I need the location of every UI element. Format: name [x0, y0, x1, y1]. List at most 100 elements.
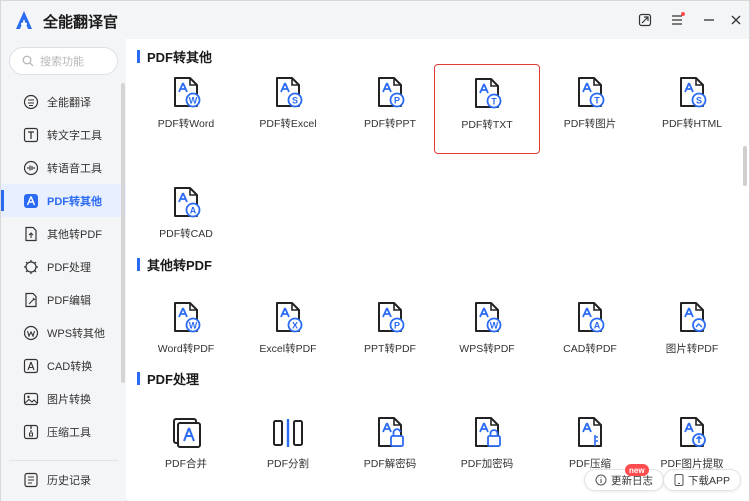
sidebar-item-other-to-pdf[interactable]: 其他转PDF — [1, 217, 126, 250]
sidebar-item-pdf-to-other[interactable]: PDF转其他 — [1, 184, 126, 217]
minimize-icon — [704, 19, 714, 21]
tool-tile[interactable]: P PDF转PPT — [337, 64, 443, 154]
sidebar-item-label: 转语音工具 — [47, 162, 102, 175]
svg-text:T: T — [594, 96, 600, 106]
compress-icon — [23, 424, 39, 440]
tool-tile-label: CAD转PDF — [563, 343, 617, 355]
tool-tile[interactable]: S PDF转Excel — [235, 64, 341, 154]
tool-tile[interactable]: PDF分割 — [235, 404, 341, 494]
sidebar-item-speech-tools[interactable]: 转语音工具 — [1, 151, 126, 184]
sidebar-item-pdf-process[interactable]: PDF处理 — [1, 250, 126, 283]
sidebar-nav: 全能翻译 转文字工具 转语音工具 PDF转其他 其他转PDF PDF处理 PDF… — [1, 85, 126, 448]
tool-tile-label: PDF转PPT — [364, 118, 416, 130]
sidebar-item-label: PDF处理 — [47, 261, 91, 274]
tool-tile-label: PDF分割 — [267, 458, 309, 470]
sidebar-item-wps-to-other[interactable]: WPS转其他 — [1, 316, 126, 349]
svg-text:W: W — [189, 321, 198, 331]
tool-tile[interactable]: 图片转PDF — [639, 289, 745, 379]
title-bar: 全能翻译官 — [1, 1, 749, 39]
app-window: 全能翻译官 搜索功能 全能翻译 转文字工具 转语音工具 PDF转其他 其他转PD… — [0, 0, 750, 501]
document-icon: A — [174, 187, 201, 218]
tool-tile-label: 图片转PDF — [665, 343, 719, 355]
tool-tile-label: PDF加密码 — [460, 458, 514, 470]
pdf-process-icon — [23, 259, 39, 275]
tool-tile-label: Word转PDF — [157, 343, 215, 355]
sidebar-scrollbar[interactable] — [121, 83, 125, 383]
close-button[interactable] — [726, 10, 746, 30]
history-icon — [23, 472, 39, 488]
sidebar-item-label: CAD转换 — [47, 360, 93, 373]
main-scrollbar[interactable] — [743, 146, 747, 186]
svg-text:S: S — [292, 96, 298, 106]
sidebar-item-image-convert[interactable]: 图片转换 — [1, 382, 126, 415]
translate-icon — [23, 94, 39, 110]
history-button[interactable]: 历史记录 — [1, 465, 126, 495]
document-icon — [475, 417, 501, 447]
app-title: 全能翻译官 — [43, 14, 119, 31]
svg-text:P: P — [394, 321, 400, 331]
tool-tile[interactable]: PDF合并 — [133, 404, 239, 494]
tool-tile-label: PDF解密码 — [363, 458, 417, 470]
tool-tile[interactable]: A CAD转PDF — [537, 289, 643, 379]
tool-tile-label: PDF转TXT — [461, 119, 513, 131]
audio-icon — [23, 160, 39, 176]
document-icon: W — [475, 302, 502, 333]
document-icon — [680, 417, 706, 447]
document-icon: A — [578, 302, 605, 333]
minimize-to-tray-button[interactable] — [635, 10, 655, 30]
svg-text:W: W — [189, 96, 198, 106]
tool-tile[interactable]: W WPS转PDF — [434, 289, 540, 379]
sidebar-item-pdf-edit[interactable]: PDF编辑 — [1, 283, 126, 316]
update-log-button[interactable]: 更新日志 — [584, 469, 664, 491]
sidebar-item-translate[interactable]: 全能翻译 — [1, 85, 126, 118]
pdf-icon — [23, 193, 39, 209]
svg-text:T: T — [491, 97, 497, 107]
minimize-button[interactable] — [699, 10, 719, 30]
tool-tile[interactable]: X Excel转PDF — [235, 289, 341, 379]
info-icon — [595, 474, 607, 486]
cad-icon — [23, 358, 39, 374]
sidebar-item-label: 压缩工具 — [47, 426, 91, 439]
tool-tile[interactable]: W PDF转Word — [133, 64, 239, 154]
tool-tile-label: Excel转PDF — [259, 343, 317, 355]
edit-icon — [23, 292, 39, 308]
wps-icon — [23, 325, 39, 341]
svg-text:X: X — [292, 321, 298, 331]
tool-tile-label: PDF转HTML — [661, 118, 723, 130]
menu-button[interactable] — [667, 10, 687, 30]
search-input[interactable]: 搜索功能 — [9, 47, 118, 75]
svg-text:A: A — [594, 321, 601, 331]
sidebar-item-label: PDF编辑 — [47, 294, 91, 307]
tool-tile[interactable]: S PDF转HTML — [639, 64, 745, 154]
image-icon — [23, 391, 39, 407]
sidebar-item-text-tools[interactable]: 转文字工具 — [1, 118, 126, 151]
tool-tile[interactable]: A PDF转CAD — [133, 174, 239, 264]
document-icon — [378, 417, 404, 447]
document-icon: P — [378, 302, 405, 333]
document-icon: W — [174, 77, 201, 108]
sidebar-item-label: PDF转其他 — [47, 195, 102, 208]
document-icon — [273, 419, 303, 447]
text-icon — [23, 127, 39, 143]
new-badge: new — [625, 464, 649, 476]
sidebar-item-cad-convert[interactable]: CAD转换 — [1, 349, 126, 382]
document-icon — [578, 417, 602, 447]
tool-tile-label: PDF转Word — [157, 118, 215, 130]
sidebar-item-compress-tools[interactable]: 压缩工具 — [1, 415, 126, 448]
download-app-button[interactable]: 下载APP — [663, 469, 742, 491]
document-icon: S — [276, 77, 303, 108]
tool-tile[interactable]: T PDF转图片 — [537, 64, 643, 154]
svg-text:S: S — [696, 96, 702, 106]
tool-tile[interactable]: W Word转PDF — [133, 289, 239, 379]
main-content: PDF转其他 W PDF转Word S PDF转Excel P PDF转PPT T PDF转TX… — [127, 39, 749, 501]
tool-tile-label: PPT转PDF — [364, 343, 416, 355]
tool-tile[interactable]: P PPT转PDF — [337, 289, 443, 379]
tool-tile-label: PDF转图片 — [563, 118, 617, 130]
document-icon — [173, 418, 201, 448]
tool-tile[interactable]: T PDF转TXT — [434, 64, 540, 154]
tool-tile[interactable]: PDF解密码 — [337, 404, 443, 494]
tool-tile[interactable]: PDF加密码 — [434, 404, 540, 494]
sidebar-item-label: 其他转PDF — [47, 228, 102, 241]
sidebar-divider — [9, 460, 118, 461]
document-icon: T — [578, 77, 605, 108]
